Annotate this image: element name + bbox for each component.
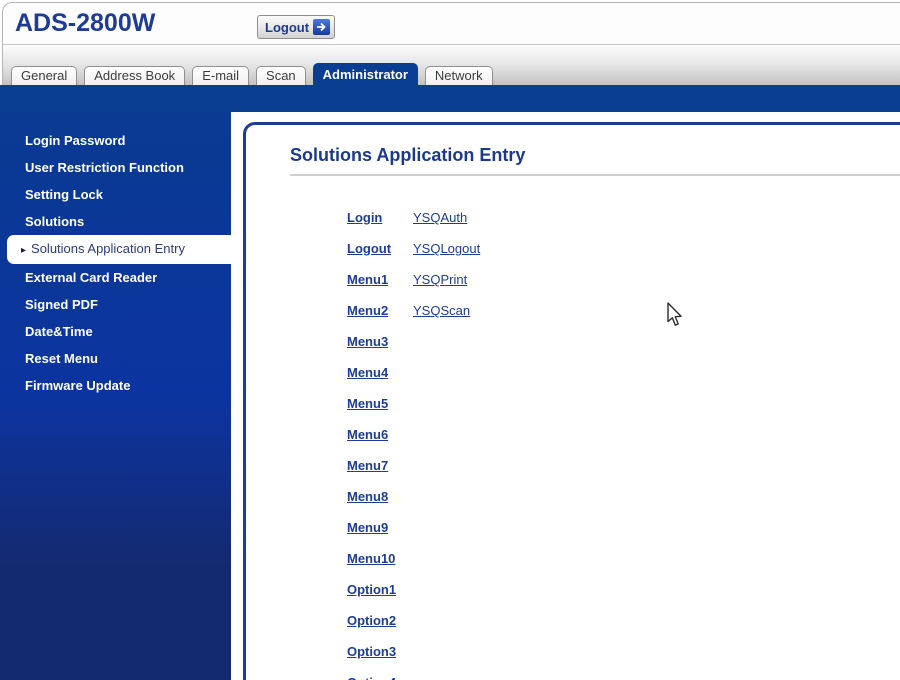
entry-link-menu6[interactable]: Menu6	[347, 427, 388, 442]
tab-network[interactable]: Network	[425, 66, 493, 85]
logout-button-label: Logout	[265, 20, 309, 35]
tab-label: General	[21, 68, 67, 83]
entry-name-cell: Login	[347, 202, 413, 233]
tab-administrator[interactable]: Administrator	[313, 63, 418, 85]
entry-row-menu2: Menu2 YSQScan	[347, 295, 900, 326]
sidebar-item-label: Solutions	[25, 214, 84, 229]
sidebar-item-label: Solutions Application Entry	[31, 241, 185, 256]
entry-row-menu1: Menu1 YSQPrint	[347, 264, 900, 295]
entry-row-menu4: Menu4	[347, 357, 900, 388]
entry-link-option1[interactable]: Option1	[347, 582, 396, 597]
sidebar-item-label: User Restriction Function	[25, 160, 184, 175]
entry-link-login[interactable]: Login	[347, 210, 382, 225]
entry-link-logout[interactable]: Logout	[347, 241, 391, 256]
entry-link-menu3[interactable]: Menu3	[347, 334, 388, 349]
tab-address-book[interactable]: Address Book	[84, 66, 185, 85]
entry-row-option1: Option1	[347, 574, 900, 605]
solutions-entry-list: Login YSQAuth Logout YSQLogout Menu1 YSQPri…	[347, 202, 900, 680]
entry-name-cell: Option1	[347, 574, 413, 605]
entry-link-menu10[interactable]: Menu10	[347, 551, 395, 566]
tab-e-mail[interactable]: E-mail	[192, 66, 249, 85]
sidebar-item-setting-lock[interactable]: Setting Lock	[0, 181, 231, 208]
logout-button[interactable]: Logout	[257, 15, 335, 39]
tab-label: Network	[435, 68, 483, 83]
tab-bar: General Address Book E-mail Scan Adminis…	[3, 45, 900, 85]
entry-link-menu7[interactable]: Menu7	[347, 458, 388, 473]
entry-row-menu10: Menu10	[347, 543, 900, 574]
entry-link-menu9[interactable]: Menu9	[347, 520, 388, 535]
entry-link-menu2[interactable]: Menu2	[347, 303, 388, 318]
tab-general[interactable]: General	[11, 66, 77, 85]
entry-link-menu4[interactable]: Menu4	[347, 365, 388, 380]
product-title: ADS-2800W	[15, 9, 155, 38]
sidebar-item-solutions-application-entry[interactable]: Solutions Application Entry	[7, 235, 231, 264]
entry-name-cell: Menu2	[347, 295, 413, 326]
subitem-arrow-icon	[21, 237, 26, 264]
entry-row-menu9: Menu9	[347, 512, 900, 543]
tab-label: E-mail	[202, 68, 239, 83]
entry-value-link-logout[interactable]: YSQLogout	[413, 241, 480, 256]
entry-name-cell: Menu9	[347, 512, 413, 543]
entry-value-link-menu1[interactable]: YSQPrint	[413, 272, 467, 287]
tab-label: Address Book	[94, 68, 175, 83]
entry-name-cell: Menu1	[347, 264, 413, 295]
nav-band	[0, 85, 900, 112]
entry-row-menu6: Menu6	[347, 419, 900, 450]
tab-label: Administrator	[323, 67, 408, 82]
entry-row-option4: Option4	[347, 667, 900, 680]
entry-row-menu8: Menu8	[347, 481, 900, 512]
entry-name-cell: Option4	[347, 667, 413, 680]
entry-row-login: Login YSQAuth	[347, 202, 900, 233]
sidebar-item-reset-menu[interactable]: Reset Menu	[0, 345, 231, 372]
sidebar-item-label: Firmware Update	[25, 378, 130, 393]
entry-row-option2: Option2	[347, 605, 900, 636]
entry-value-link-menu2[interactable]: YSQScan	[413, 303, 470, 318]
entry-value-link-login[interactable]: YSQAuth	[413, 210, 467, 225]
tab-label: Scan	[266, 68, 296, 83]
entry-name-cell: Menu3	[347, 326, 413, 357]
sidebar-item-date-time[interactable]: Date&Time	[0, 318, 231, 345]
entry-row-logout: Logout YSQLogout	[347, 233, 900, 264]
entry-name-cell: Menu5	[347, 388, 413, 419]
entry-link-menu8[interactable]: Menu8	[347, 489, 388, 504]
sidebar-item-signed-pdf[interactable]: Signed PDF	[0, 291, 231, 318]
sidebar-item-label: Login Password	[25, 133, 125, 148]
header-bar: ADS-2800W Logout	[3, 3, 900, 45]
sidebar-item-login-password[interactable]: Login Password	[0, 127, 231, 154]
sidebar-item-user-restriction-function[interactable]: User Restriction Function	[0, 154, 231, 181]
sidebar-item-label: Signed PDF	[25, 297, 98, 312]
sidebar-item-label: Reset Menu	[25, 351, 98, 366]
entry-name-cell: Menu8	[347, 481, 413, 512]
entry-link-option3[interactable]: Option3	[347, 644, 396, 659]
entry-row-menu5: Menu5	[347, 388, 900, 419]
logout-arrow-icon	[313, 19, 330, 35]
sidebar-item-solutions[interactable]: Solutions	[0, 208, 231, 235]
device-web-admin-page: ADS-2800W Logout General Address Book	[0, 0, 900, 680]
entry-row-menu7: Menu7	[347, 450, 900, 481]
sidebar-item-label: External Card Reader	[25, 270, 157, 285]
entry-row-menu3: Menu3	[347, 326, 900, 357]
entry-link-menu1[interactable]: Menu1	[347, 272, 388, 287]
entry-name-cell: Menu4	[347, 357, 413, 388]
sidebar-item-label: Date&Time	[25, 324, 93, 339]
entry-name-cell: Logout	[347, 233, 413, 264]
sidebar-item-label: Setting Lock	[25, 187, 103, 202]
sidebar-item-firmware-update[interactable]: Firmware Update	[0, 372, 231, 399]
entry-name-cell: Menu10	[347, 543, 413, 574]
title-rule	[290, 174, 900, 176]
entry-name-cell: Menu6	[347, 419, 413, 450]
sidebar-menu: Login Password User Restriction Function…	[0, 112, 231, 680]
sidebar-item-external-card-reader[interactable]: External Card Reader	[0, 264, 231, 291]
entry-row-option3: Option3	[347, 636, 900, 667]
content-panel: Solutions Application Entry Login YSQAuth…	[243, 122, 900, 680]
entry-name-cell: Option3	[347, 636, 413, 667]
top-chrome: ADS-2800W Logout General Address Book	[2, 2, 900, 85]
page-title: Solutions Application Entry	[290, 143, 900, 167]
tab-scan[interactable]: Scan	[256, 66, 306, 85]
entry-link-menu5[interactable]: Menu5	[347, 396, 388, 411]
entry-link-option4[interactable]: Option4	[347, 675, 396, 680]
entry-link-option2[interactable]: Option2	[347, 613, 396, 628]
entry-name-cell: Menu7	[347, 450, 413, 481]
entry-name-cell: Option2	[347, 605, 413, 636]
